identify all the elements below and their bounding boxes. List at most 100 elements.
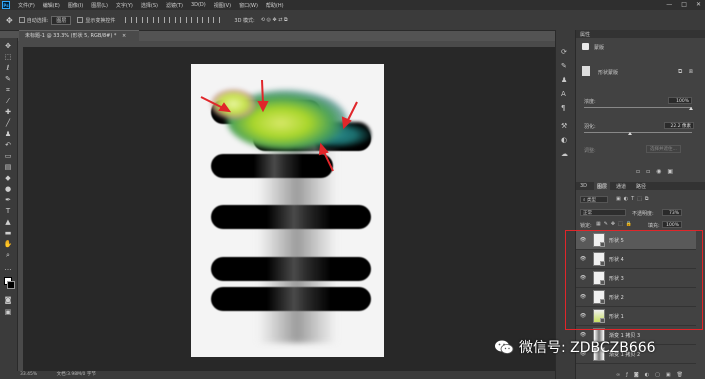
distribute-icon[interactable] xyxy=(213,16,221,23)
brush-tool-icon[interactable]: ╱ xyxy=(3,119,13,127)
menu-type[interactable]: 文字(Y) xyxy=(116,2,133,9)
type-tool-icon[interactable]: T xyxy=(3,207,13,215)
lock-icons[interactable]: ▦✎✥⬚🔒 xyxy=(596,221,635,227)
distribute-icon[interactable] xyxy=(191,16,199,23)
menu-filter[interactable]: 滤镜(T) xyxy=(166,2,183,9)
zoom-level[interactable]: 33.45% xyxy=(20,372,37,377)
menu-help[interactable]: 帮助(H) xyxy=(266,2,284,9)
vector-mask-icon[interactable]: ⧈ xyxy=(689,68,693,76)
close-button[interactable]: ✕ xyxy=(696,1,701,8)
character-panel-icon[interactable]: A xyxy=(561,90,566,98)
healing-tool-icon[interactable]: ✚ xyxy=(3,108,13,116)
shape-5 xyxy=(211,257,371,281)
show-transform-checkbox[interactable]: 显示变换控件 xyxy=(77,17,115,24)
fill-label: 填充: xyxy=(648,223,660,229)
menu-view[interactable]: 视图(V) xyxy=(214,2,231,9)
tab-paths[interactable]: 路径 xyxy=(636,183,646,190)
brush-panel-icon[interactable]: ✎ xyxy=(561,62,567,70)
feather-field[interactable]: 22.2 像素 xyxy=(664,122,694,129)
screen-mode-icon[interactable]: ▣ xyxy=(3,308,13,316)
eyedropper-tool-icon[interactable]: ⁄ xyxy=(3,97,13,105)
lasso-tool-icon[interactable]: ℓ xyxy=(3,64,13,72)
paragraph-panel-icon[interactable]: ¶ xyxy=(561,104,565,112)
layers-footer-icons[interactable]: ∞ƒ◙◐▢▣🗑 xyxy=(616,372,689,378)
select-and-mask-button[interactable]: 选择并遮住... xyxy=(646,145,681,153)
tool-presets-icon[interactable]: ⚒ xyxy=(561,122,567,130)
density-field[interactable]: 100% xyxy=(668,97,692,104)
align-middle-icon[interactable] xyxy=(169,16,177,23)
shape-tool-icon[interactable]: ▬ xyxy=(3,229,13,237)
cloud-icon[interactable]: ☁ xyxy=(561,150,568,158)
history-brush-icon[interactable]: ↶ xyxy=(3,141,13,149)
menu-3d[interactable]: 3D(D) xyxy=(191,2,206,8)
more-tools-icon[interactable]: … xyxy=(3,264,13,272)
tab-channels[interactable]: 通道 xyxy=(616,183,626,190)
menu-layer[interactable]: 图层(L) xyxy=(91,2,108,9)
background-color-swatch[interactable] xyxy=(7,281,15,289)
stamp-tool-icon[interactable]: ♟ xyxy=(3,130,13,138)
shape-4 xyxy=(211,205,371,229)
history-panel-icon[interactable]: ⟳ xyxy=(561,48,567,56)
quick-select-tool-icon[interactable]: ✎ xyxy=(3,75,13,83)
dodge-tool-icon[interactable]: ● xyxy=(3,185,13,193)
align-left-icon[interactable] xyxy=(125,16,133,23)
quick-mask-icon[interactable]: ◙ xyxy=(3,296,13,304)
auto-select-checkbox[interactable]: 自动选择: xyxy=(18,17,48,24)
filter-kind-value: 类型 xyxy=(586,198,596,203)
close-tab-icon[interactable]: × xyxy=(122,33,126,39)
align-bottom-icon[interactable] xyxy=(180,16,188,23)
color-swatches-icon[interactable] xyxy=(3,277,15,289)
density-slider[interactable] xyxy=(584,107,692,108)
hand-tool-icon[interactable]: ✋ xyxy=(3,240,13,248)
select-mask-icon[interactable]: ⧉ xyxy=(678,68,682,76)
filter-kind-dropdown[interactable]: ⌕ 类型 xyxy=(580,196,608,203)
pen-tool-icon[interactable]: ✒ xyxy=(3,196,13,204)
3d-mode-icons[interactable]: ⟲ ◎ ✥ ⇄ ⧉ xyxy=(261,17,288,23)
density-label: 浓度: xyxy=(584,99,596,105)
document-title: 未标题-1 @ 33.3% (形状 5, RGB/8#) * xyxy=(25,33,117,39)
align-top-icon[interactable] xyxy=(158,16,166,23)
eraser-tool-icon[interactable]: ▭ xyxy=(3,152,13,160)
document-info[interactable]: 文档:3.98M/0 字节 xyxy=(57,372,96,377)
maximize-button[interactable]: □ xyxy=(681,1,687,8)
tab-layers[interactable]: 图层 xyxy=(594,182,611,191)
align-right-icon[interactable] xyxy=(147,16,155,23)
document-tab[interactable]: 未标题-1 @ 33.3% (形状 5, RGB/8#) * × xyxy=(19,30,139,41)
opacity-label: 不透明度: xyxy=(632,211,654,217)
tab-3d[interactable]: 3D xyxy=(580,183,587,189)
arrow-2 xyxy=(261,79,264,105)
path-select-tool-icon[interactable]: ▲ xyxy=(3,218,13,226)
fill-field[interactable]: 100% xyxy=(662,221,682,228)
zoom-tool-icon[interactable]: ⌕ xyxy=(3,251,13,259)
crop-tool-icon[interactable]: ⌗ xyxy=(3,86,13,94)
auto-select-dropdown[interactable]: 图层 xyxy=(51,15,72,25)
marquee-tool-icon[interactable]: ⬚ xyxy=(3,53,13,61)
properties-footer-icons[interactable]: ▫▫◉▣ xyxy=(636,168,679,175)
gradient-tool-icon[interactable]: ▤ xyxy=(3,163,13,171)
feather-slider-knob[interactable] xyxy=(628,132,632,135)
properties-header: 蒙版 xyxy=(594,45,605,51)
menu-image[interactable]: 图像(I) xyxy=(68,2,83,9)
distribute-icon[interactable] xyxy=(202,16,210,23)
move-tool-icon[interactable]: ✥ xyxy=(6,16,13,25)
minimize-button[interactable]: — xyxy=(666,1,672,8)
menu-edit[interactable]: 编辑(E) xyxy=(43,2,60,9)
density-slider-knob[interactable] xyxy=(689,107,693,110)
align-center-icon[interactable] xyxy=(136,16,144,23)
properties-tab[interactable]: 属性 xyxy=(580,31,590,38)
move-tool-icon[interactable]: ✥ xyxy=(3,42,13,50)
arrowhead-icon xyxy=(318,142,329,156)
opacity-field[interactable]: 73% xyxy=(662,209,682,216)
filter-icons[interactable]: ▣◐T⬚⧉ xyxy=(616,196,651,202)
menu-bar: Ps 文件(F) 编辑(E) 图像(I) 图层(L) 文字(Y) 选择(S) 滤… xyxy=(0,0,705,10)
annotation-arrows xyxy=(200,79,358,172)
blend-mode-dropdown[interactable]: 正常 xyxy=(580,209,626,216)
blur-tool-icon[interactable]: ◆ xyxy=(3,174,13,182)
feather-slider[interactable] xyxy=(584,132,692,133)
arrow-3 xyxy=(346,101,358,123)
menu-select[interactable]: 选择(S) xyxy=(141,2,158,9)
adjust-panel-icon[interactable]: ◐ xyxy=(561,136,567,144)
menu-file[interactable]: 文件(F) xyxy=(18,2,35,9)
menu-window[interactable]: 窗口(W) xyxy=(239,2,258,9)
clone-panel-icon[interactable]: ♟ xyxy=(561,76,567,84)
